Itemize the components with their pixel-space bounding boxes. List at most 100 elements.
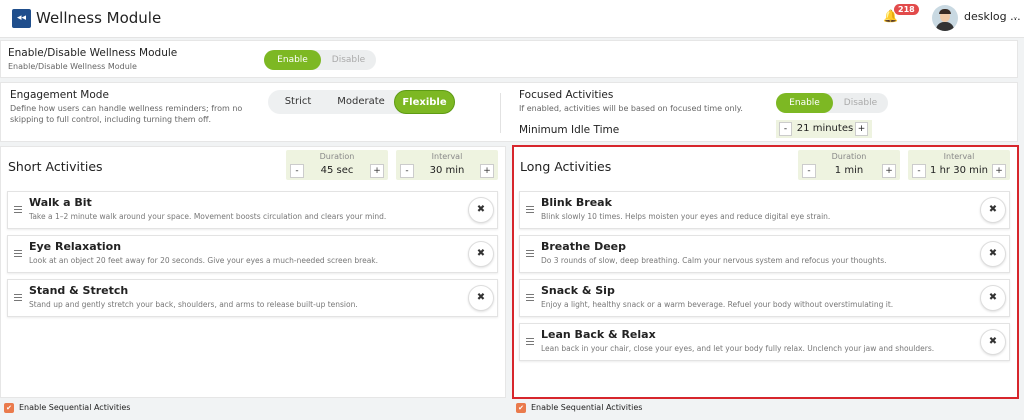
short-duration-increment[interactable]: + [370,164,384,178]
activity-card[interactable]: Blink Break Blink slowly 10 times. Helps… [519,191,1010,229]
remove-activity-button[interactable]: ✖ [468,241,494,267]
chevron-down-icon[interactable]: ⌄ [1012,12,1019,21]
page-title: Wellness Module [36,9,162,27]
short-sequential-checkbox[interactable]: ✔ [4,403,14,413]
activity-description: Lean back in your chair, close your eyes… [541,344,935,353]
drag-handle-icon[interactable] [14,250,22,258]
activity-card[interactable]: Walk a Bit Take a 1–2 minute walk around… [7,191,498,229]
activity-name: Eye Relaxation [29,240,122,253]
short-duration-value: 45 sec [320,165,354,176]
activity-description: Take a 1–2 minute walk around your space… [29,212,387,221]
short-duration-stepper: Duration - 45 sec + [286,150,388,180]
long-duration-value: 1 min [834,165,864,176]
remove-activity-button[interactable]: ✖ [468,285,494,311]
back-button[interactable]: ◂◂ [12,9,31,28]
engagement-strict-option[interactable]: Strict [268,90,328,114]
notification-badge: 218 [894,4,919,15]
divider [500,93,501,133]
engagement-description: Define how users can handle wellness rem… [10,104,243,124]
module-toggle-panel: Enable/Disable Wellness Module Enable/Di… [0,40,1018,78]
drag-handle-icon[interactable] [526,294,534,302]
remove-activity-button[interactable]: ✖ [980,241,1006,267]
activity-description: Blink slowly 10 times. Helps moisten you… [541,212,831,221]
focused-disable-option[interactable]: Disable [833,93,888,113]
idle-time-value: 21 minutes [796,123,854,134]
long-activities-title: Long Activities [520,159,612,174]
long-sequential-label: Enable Sequential Activities [531,403,643,412]
engagement-mode-selector[interactable]: Strict Moderate Flexible [268,90,455,114]
close-icon: ✖ [476,292,486,303]
close-icon: ✖ [476,248,486,259]
drag-handle-icon[interactable] [526,338,534,346]
close-icon: ✖ [988,204,998,215]
idle-time-label: Minimum Idle Time [519,124,620,136]
focused-enable-option[interactable]: Enable [776,93,833,113]
activity-card[interactable]: Breathe Deep Do 3 rounds of slow, deep b… [519,235,1010,273]
short-interval-decrement[interactable]: - [400,164,414,178]
close-icon: ✖ [988,248,998,259]
focused-label: Focused Activities [519,89,614,101]
short-interval-label: Interval [431,152,463,161]
close-icon: ✖ [988,292,998,303]
module-toggle-sublabel: Enable/Disable Wellness Module [8,62,137,71]
activity-description: Do 3 rounds of slow, deep breathing. Cal… [541,256,887,265]
long-duration-increment[interactable]: + [882,164,896,178]
long-interval-decrement[interactable]: - [912,164,926,178]
idle-time-stepper: - 21 minutes + [776,120,872,138]
long-duration-label: Duration [831,152,867,161]
activity-card[interactable]: Lean Back & Relax Lean back in your chai… [519,323,1010,361]
remove-activity-button[interactable]: ✖ [980,285,1006,311]
module-disable-option[interactable]: Disable [321,50,376,70]
activity-description: Enjoy a light, healthy snack or a warm b… [541,300,894,309]
module-enable-toggle[interactable]: Enable Disable [264,50,376,70]
activity-name: Walk a Bit [29,196,92,209]
double-chevron-left-icon: ◂◂ [16,13,27,23]
long-interval-stepper: Interval - 1 hr 30 min + [908,150,1010,180]
activity-name: Stand & Stretch [29,284,129,297]
short-duration-label: Duration [319,152,355,161]
drag-handle-icon[interactable] [14,206,22,214]
short-interval-value: 30 min [429,165,465,176]
activity-name: Lean Back & Relax [541,328,656,341]
activity-name: Blink Break [541,196,612,209]
check-icon: ✔ [518,404,524,412]
short-interval-stepper: Interval - 30 min + [396,150,498,180]
focused-enable-toggle[interactable]: Enable Disable [776,93,888,113]
close-icon: ✖ [476,204,486,215]
short-interval-increment[interactable]: + [480,164,494,178]
drag-handle-icon[interactable] [14,294,22,302]
top-bar: ◂◂ Wellness Module 🔔 218 desklog ... ⌄ [0,0,1024,38]
activity-name: Snack & Sip [541,284,615,297]
short-sequential-label: Enable Sequential Activities [19,403,131,412]
long-duration-decrement[interactable]: - [802,164,816,178]
idle-increment-button[interactable]: + [855,122,868,136]
long-duration-stepper: Duration - 1 min + [798,150,900,180]
long-interval-value: 1 hr 30 min [930,165,988,176]
idle-decrement-button[interactable]: - [779,122,792,136]
engagement-moderate-option[interactable]: Moderate [328,90,394,114]
activity-card[interactable]: Stand & Stretch Stand up and gently stre… [7,279,498,317]
focused-description: If enabled, activities will be based on … [519,104,743,113]
drag-handle-icon[interactable] [526,206,534,214]
avatar[interactable] [932,5,958,31]
close-icon: ✖ [988,336,998,347]
long-interval-label: Interval [943,152,975,161]
short-duration-decrement[interactable]: - [290,164,304,178]
long-sequential-checkbox[interactable]: ✔ [516,403,526,413]
activity-card[interactable]: Eye Relaxation Look at an object 20 feet… [7,235,498,273]
remove-activity-button[interactable]: ✖ [980,329,1006,355]
activity-description: Stand up and gently stretch your back, s… [29,300,358,309]
check-icon: ✔ [6,404,12,412]
module-enable-option[interactable]: Enable [264,50,321,70]
module-toggle-label: Enable/Disable Wellness Module [8,47,178,59]
activity-name: Breathe Deep [541,240,626,253]
long-interval-increment[interactable]: + [992,164,1006,178]
activity-description: Look at an object 20 feet away for 20 se… [29,256,379,265]
remove-activity-button[interactable]: ✖ [980,197,1006,223]
engagement-label: Engagement Mode [10,89,109,101]
activity-card[interactable]: Snack & Sip Enjoy a light, healthy snack… [519,279,1010,317]
remove-activity-button[interactable]: ✖ [468,197,494,223]
drag-handle-icon[interactable] [526,250,534,258]
short-activities-title: Short Activities [8,159,103,174]
engagement-flexible-option[interactable]: Flexible [394,90,455,114]
